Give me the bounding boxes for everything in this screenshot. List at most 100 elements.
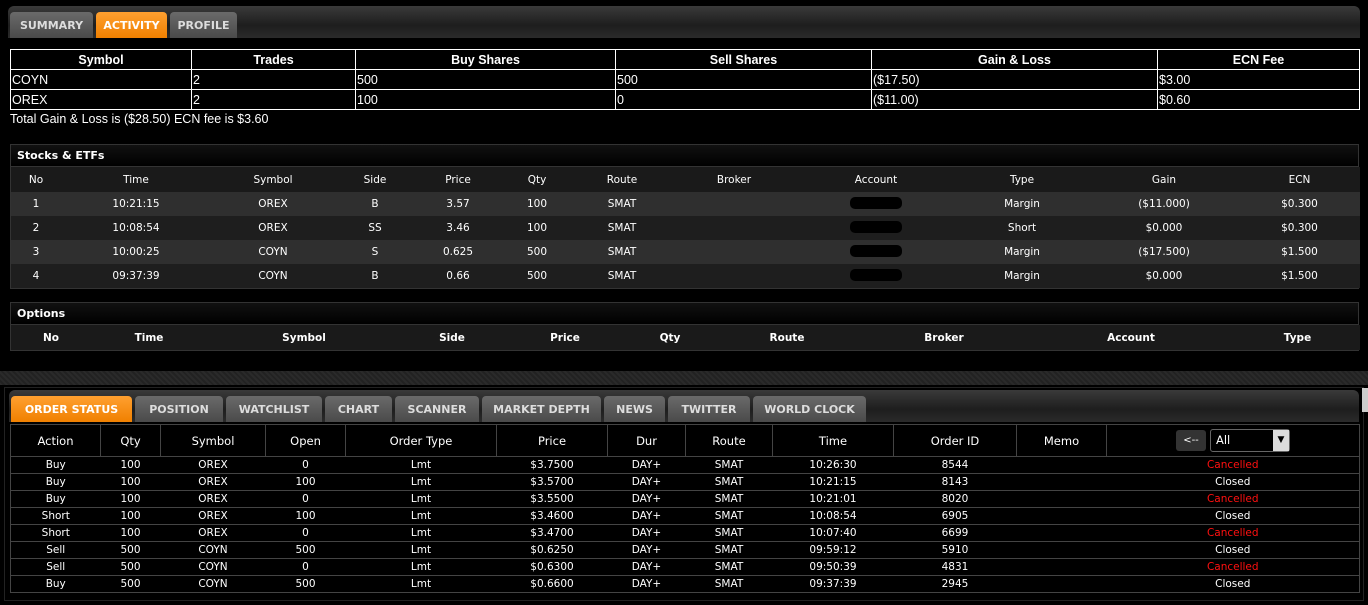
table-cell: ($17.50) xyxy=(871,69,1158,90)
table-cell: 8544 xyxy=(893,456,1017,474)
table-cell: SMAT xyxy=(685,524,773,542)
table-row[interactable]: Short 100 OREX 100 Lmt $3.4600 DAY+ SMAT 10:08:5… xyxy=(10,507,1360,525)
column-header: Price xyxy=(503,325,627,350)
table-cell: 2 xyxy=(191,89,356,110)
summary-table: Symbol Trades Buy Shares Sell Shares Gain & … xyxy=(10,49,1360,110)
table-cell: SMAT xyxy=(685,473,773,491)
column-header: Symbol xyxy=(10,49,192,70)
tab-news[interactable]: NEWS xyxy=(604,396,665,422)
table-cell: SS xyxy=(335,216,415,240)
table-row[interactable]: Buy 100 OREX 0 Lmt $3.5500 DAY+ SMAT 10:21:01 802… xyxy=(10,490,1360,508)
table-cell: COYN xyxy=(211,264,335,288)
table-cell xyxy=(1016,490,1107,508)
table-cell: 100 xyxy=(100,456,161,474)
table-cell: COYN xyxy=(211,240,335,264)
table-cell: 500 xyxy=(501,264,573,288)
options-table: No Time Symbol Side Price Qty Route Broker Accou… xyxy=(11,325,1360,350)
tab-summary[interactable]: SUMMARY xyxy=(10,12,93,38)
table-cell: Buy xyxy=(10,456,101,474)
chevron-down-icon[interactable]: ▼ xyxy=(1273,430,1289,451)
table-row[interactable]: 2 10:08:54 OREX SS 3.46 100 SMAT Short $0.000 $0.… xyxy=(11,216,1360,240)
column-header: Price xyxy=(415,167,501,192)
table-cell xyxy=(797,216,955,240)
tab-activity[interactable]: ACTIVITY xyxy=(96,12,167,38)
column-header: Order Type xyxy=(345,424,497,457)
column-header: Memo xyxy=(1016,424,1107,457)
table-cell: ($11.00) xyxy=(871,89,1158,110)
table-cell: Margin xyxy=(955,240,1089,264)
table-row[interactable]: Buy 100 OREX 100 Lmt $3.5700 DAY+ SMAT 10:21:15 8… xyxy=(10,473,1360,491)
column-header: Type xyxy=(1235,325,1360,350)
tab-chart[interactable]: CHART xyxy=(325,396,392,422)
back-button[interactable]: <-- xyxy=(1176,430,1206,451)
table-cell: 09:37:39 xyxy=(61,264,211,288)
table-row[interactable]: Sell 500 COYN 0 Lmt $0.6300 DAY+ SMAT 09:50:39 48… xyxy=(10,558,1360,576)
table-row[interactable]: Short 100 OREX 0 Lmt $3.4700 DAY+ SMAT 10:07:40 6… xyxy=(10,524,1360,542)
table-cell: $0.6250 xyxy=(496,541,608,559)
column-header: Route xyxy=(685,424,773,457)
options-header-row: No Time Symbol Side Price Qty Route Broker Accou… xyxy=(11,325,1360,350)
table-row[interactable]: 4 09:37:39 COYN B 0.66 500 SMAT Margin $0.000 $1.… xyxy=(11,264,1360,288)
table-cell xyxy=(797,264,955,288)
table-cell: 500 xyxy=(100,558,161,576)
table-cell: OREX xyxy=(160,524,266,542)
table-cell: 0 xyxy=(265,456,346,474)
table-row[interactable]: Buy 500 COYN 500 Lmt $0.6600 DAY+ SMAT 09:37:39 2… xyxy=(10,575,1360,593)
tab-market-depth[interactable]: MARKET DEPTH xyxy=(482,396,601,422)
tab-world-clock[interactable]: WORLD CLOCK xyxy=(753,396,866,422)
tab-scanner[interactable]: SCANNER xyxy=(395,396,479,422)
table-cell: DAY+ xyxy=(607,473,686,491)
table-row[interactable]: Sell 500 COYN 500 Lmt $0.6250 DAY+ SMAT 09:59:12… xyxy=(10,541,1360,559)
tab-order-status[interactable]: ORDER STATUS xyxy=(11,396,132,422)
redacted-account xyxy=(850,196,902,209)
table-cell: 09:50:39 xyxy=(772,558,894,576)
tab-twitter[interactable]: TWITTER xyxy=(668,396,750,422)
table-row[interactable]: 3 10:00:25 COYN S 0.625 500 SMAT Margin ($17.500… xyxy=(11,240,1360,264)
column-header: Route xyxy=(713,325,861,350)
column-header: Time xyxy=(772,424,894,457)
table-cell: 100 xyxy=(100,490,161,508)
table-row[interactable]: 1 10:21:15 OREX B 3.57 100 SMAT Margin ($11.000)… xyxy=(11,192,1360,216)
panel-splitter[interactable] xyxy=(0,371,1368,385)
table-cell: COYN xyxy=(160,558,266,576)
table-cell: Sell xyxy=(10,541,101,559)
table-cell: 6699 xyxy=(893,524,1017,542)
table-cell: Short xyxy=(955,216,1089,240)
tab-watchlist[interactable]: WATCHLIST xyxy=(226,396,322,422)
column-header: Qty xyxy=(627,325,713,350)
table-cell: 2945 xyxy=(893,575,1017,593)
table-cell: DAY+ xyxy=(607,575,686,593)
stocks-table: No Time Symbol Side Price Qty Route Broker Accou… xyxy=(11,167,1360,288)
filter-cell: <-- All ▼ xyxy=(1106,424,1360,457)
table-cell: $0.000 xyxy=(1089,264,1239,288)
table-cell: $0.6600 xyxy=(496,575,608,593)
column-header: Symbol xyxy=(160,424,266,457)
scrollbar[interactable] xyxy=(1362,388,1368,412)
table-cell: 09:59:12 xyxy=(772,541,894,559)
status-badge: Closed xyxy=(1106,541,1360,559)
stocks-header-row: No Time Symbol Side Price Qty Route Broker Accou… xyxy=(11,167,1360,192)
tab-position[interactable]: POSITION xyxy=(135,396,223,422)
table-cell: COYN xyxy=(10,69,192,90)
table-cell: B xyxy=(335,264,415,288)
column-header: Price xyxy=(496,424,608,457)
table-cell: 500 xyxy=(615,69,872,90)
table-row[interactable]: Buy 100 OREX 0 Lmt $3.7500 DAY+ SMAT 10:26:30 854… xyxy=(10,456,1360,474)
top-tab-bar: SUMMARY ACTIVITY PROFILE xyxy=(8,6,1360,38)
table-cell: 500 xyxy=(100,541,161,559)
column-header: Broker xyxy=(671,167,797,192)
table-cell: Lmt xyxy=(345,456,497,474)
table-cell: Short xyxy=(10,507,101,525)
table-cell: $3.4700 xyxy=(496,524,608,542)
table-cell: 500 xyxy=(100,575,161,593)
table-cell: Lmt xyxy=(345,575,497,593)
status-filter-select[interactable]: All ▼ xyxy=(1210,429,1290,452)
table-cell: 10:26:30 xyxy=(772,456,894,474)
status-badge: Closed xyxy=(1106,575,1360,593)
status-filter-value: All xyxy=(1216,433,1231,447)
table-cell: 3.46 xyxy=(415,216,501,240)
table-cell xyxy=(1016,575,1107,593)
tab-profile[interactable]: PROFILE xyxy=(170,12,237,38)
table-cell xyxy=(671,240,797,264)
table-cell: SMAT xyxy=(573,216,671,240)
